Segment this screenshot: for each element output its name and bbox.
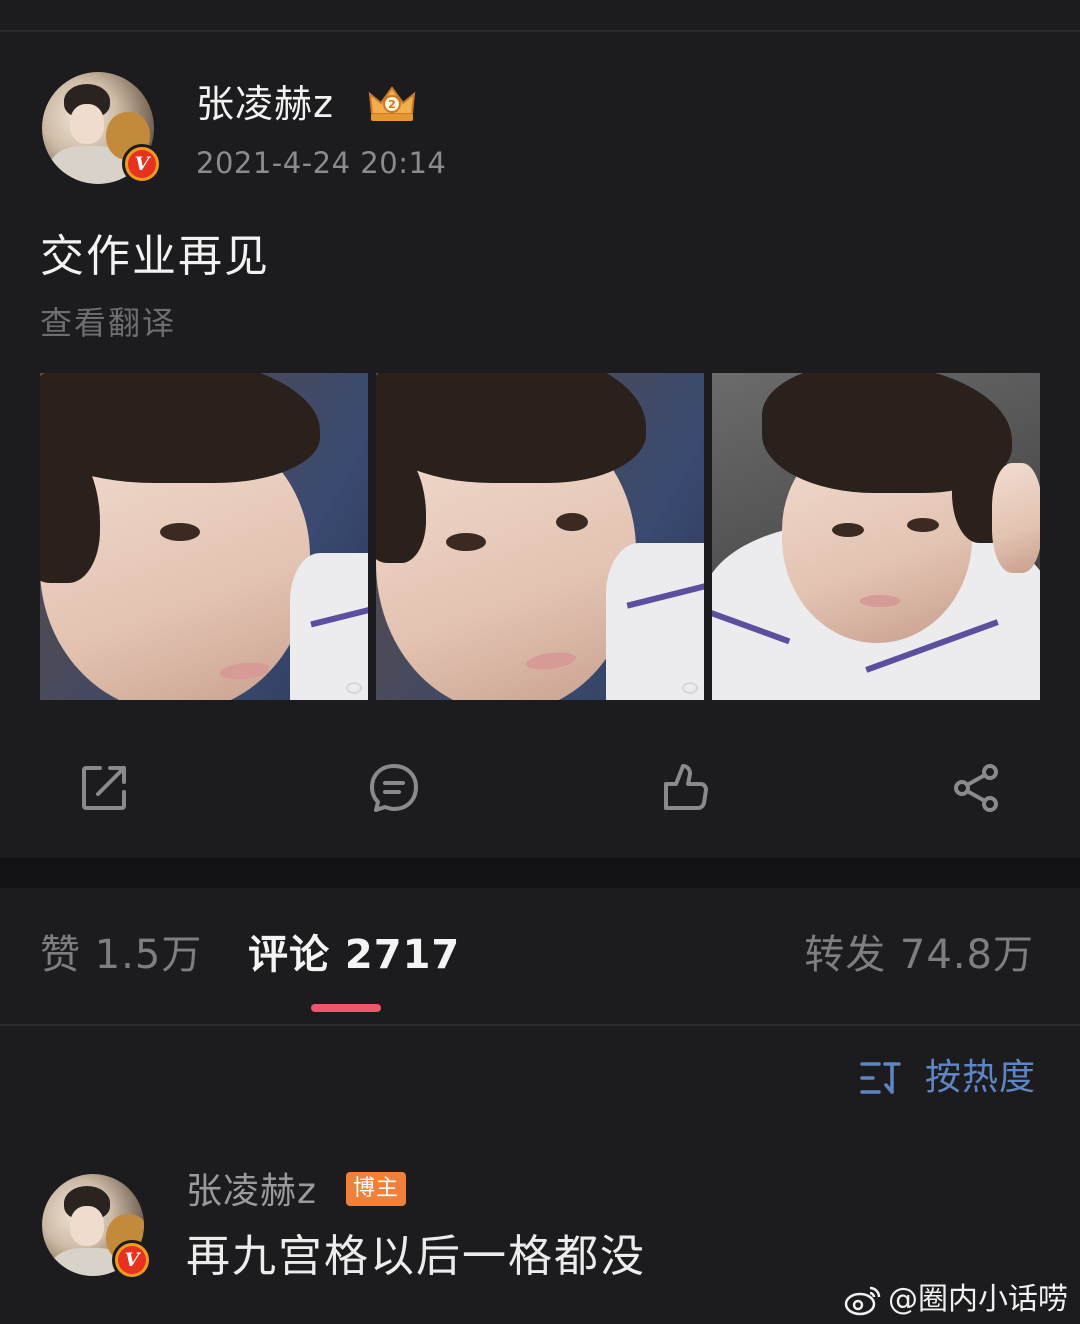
comment-icon (370, 764, 418, 812)
tabs-divider (0, 1024, 1080, 1026)
share-button[interactable] (948, 760, 1004, 816)
translate-link[interactable]: 查看翻译 (40, 302, 176, 344)
source-watermark: @圈内小话唠 (844, 1280, 1068, 1320)
post-photo-1[interactable] (40, 373, 368, 700)
svg-text:2: 2 (388, 98, 396, 111)
tab-likes[interactable]: 赞 1.5万 (40, 928, 202, 982)
repost-button[interactable] (76, 760, 132, 816)
sort-selector[interactable]: 按热度 (859, 1054, 1036, 1102)
crown-icon: 2 (368, 86, 416, 121)
commenter-name[interactable]: 张凌赫z (186, 1168, 317, 1216)
post-timestamp: 2021-4-24 20:14 (196, 146, 447, 180)
author-badge: 博主 (346, 1172, 407, 1206)
active-tab-indicator (311, 1004, 381, 1012)
comment-text: 再九宫格以后一格都没 (186, 1231, 646, 1282)
comment-button[interactable] (366, 760, 422, 816)
like-icon (664, 764, 708, 810)
sort-icon (860, 1062, 901, 1094)
post-photo-2[interactable] (376, 373, 704, 700)
post-action-bar (0, 760, 1080, 816)
like-button[interactable] (656, 760, 712, 816)
post-photo-3[interactable] (712, 373, 1040, 700)
tab-reposts[interactable]: 转发 74.8万 (804, 928, 1034, 982)
weibo-watermark-icon (346, 682, 362, 694)
tab-comments[interactable]: 评论 2717 (248, 928, 460, 982)
sort-label: 按热度 (924, 1057, 1036, 1098)
weibo-watermark-icon (682, 682, 698, 694)
repost-icon (82, 766, 126, 810)
weibo-logo-icon (844, 1286, 881, 1316)
post-text: 交作业再见 (40, 231, 270, 282)
watermark-text: @圈内小话唠 (888, 1282, 1068, 1317)
section-divider (0, 858, 1080, 888)
author-name[interactable]: 张凌赫z (196, 80, 334, 128)
interaction-tabs: 赞 1.5万 评论 2717 转发 74.8万 (0, 888, 1080, 1024)
verified-badge-icon: V (122, 144, 162, 184)
verified-badge-icon: V (112, 1240, 152, 1280)
share-icon (954, 764, 998, 812)
